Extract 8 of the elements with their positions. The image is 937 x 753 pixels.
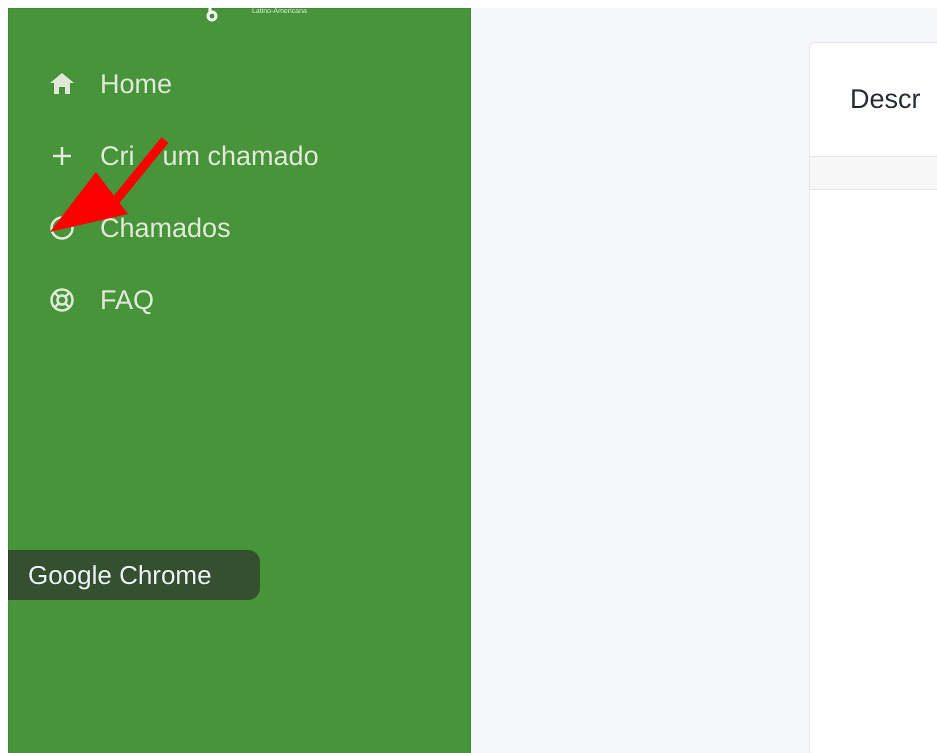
tooltip: Google Chrome (8, 550, 260, 600)
nav-item[interactable]: Cri um chamado (8, 120, 319, 192)
nav-item[interactable]: FAQ (8, 264, 154, 336)
lifebuoy-icon (48, 286, 76, 314)
card-title: Descr (850, 83, 921, 116)
nav-item[interactable]: Home (8, 48, 172, 120)
nav-label: Cri (100, 140, 134, 173)
nav-label: um chamado (162, 140, 319, 173)
